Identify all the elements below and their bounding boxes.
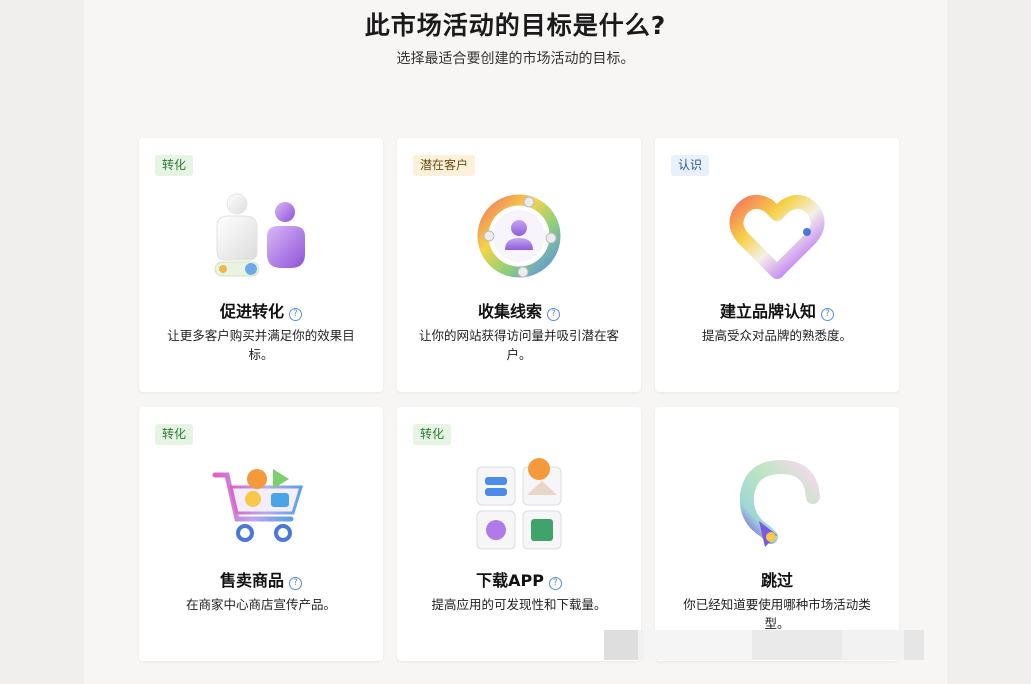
objective-card-skip[interactable]: 跳过 你已经知道要使用哪种市场活动类型。 (655, 407, 899, 661)
objective-title: 促进转化? (139, 298, 383, 322)
objective-description: 你已经知道要使用哪种市场活动类型。 (683, 597, 871, 631)
objective-title: 跳过 (760, 571, 793, 590)
help-icon[interactable]: ? (547, 308, 560, 321)
objective-description: 提高应用的可发现性和下载量。 (431, 597, 607, 612)
objective-title: 下载APP? (397, 567, 641, 591)
objective-description: 提高受众对品牌的熟悉度。 (701, 328, 852, 343)
page-subtitle: 选择最适合要创建的市场活动的目标。 (396, 51, 635, 67)
lead-collection-icon (467, 188, 571, 284)
heart-icon (725, 188, 829, 284)
objective-badge: 转化 (155, 424, 194, 445)
objective-title: 收集线索? (397, 298, 641, 322)
objective-card-leads[interactable]: 潜在客户 收集线索? 让你的网站获得访问量并吸引潜在客户。 (397, 138, 641, 392)
objective-title: 售卖商品? (139, 567, 383, 591)
app-download-icon (467, 457, 571, 553)
redacted-area (604, 630, 924, 660)
objective-badge: 潜在客户 (413, 155, 476, 176)
conversion-icon (209, 188, 313, 284)
help-icon[interactable]: ? (289, 577, 302, 590)
objective-card-app-download[interactable]: 转化 下载APP? 提高应用的可发现性和下载量。 (397, 407, 641, 661)
objective-title: 建立品牌认知? (655, 298, 899, 322)
shopping-cart-icon (209, 457, 313, 553)
objective-badge: 转化 (413, 424, 452, 445)
skip-arrow-icon (725, 457, 829, 553)
objective-badge: 认识 (671, 155, 710, 176)
objective-card-sell-products[interactable]: 转化 售卖商品? 在商家中心商店宣传产品。 (139, 407, 383, 661)
objective-description: 让更多客户购买并满足你的效果目标。 (167, 328, 355, 362)
page-title: 此市场活动的目标是什么? (364, 11, 667, 40)
objective-description: 在商家中心商店宣传产品。 (185, 597, 336, 612)
help-icon[interactable]: ? (548, 577, 562, 590)
objective-description: 让你的网站获得访问量并吸引潜在客户。 (418, 328, 619, 362)
objective-card-conversion[interactable]: 转化 促进转化? 让更多客户购买并满足你的效果目标。 (139, 138, 383, 392)
objective-badge: 转化 (155, 155, 194, 176)
help-icon[interactable]: ? (821, 308, 834, 321)
objective-card-awareness[interactable]: 认识 建立品牌认知? 提高受众对品牌的熟悉度。 (655, 138, 899, 392)
help-icon[interactable]: ? (289, 308, 302, 321)
